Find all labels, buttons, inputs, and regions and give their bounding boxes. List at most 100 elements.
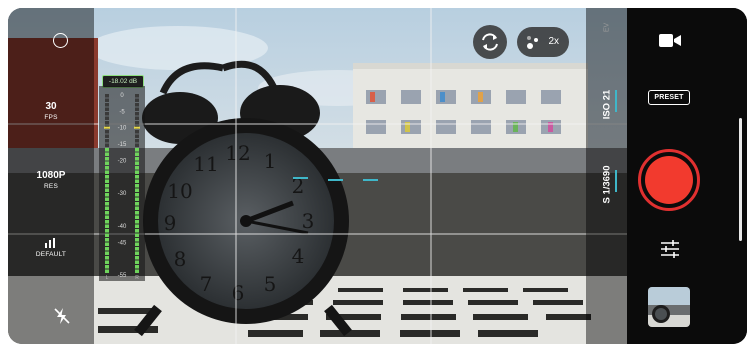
meter-segment (105, 179, 109, 183)
meter-segment (135, 98, 139, 102)
svg-text:1: 1 (264, 149, 277, 173)
resolution-value: 1080P (36, 170, 66, 181)
meter-segment (105, 211, 109, 215)
ev-label[interactable]: EV (604, 18, 611, 38)
meter-segment (135, 197, 139, 201)
focus-mode-icon[interactable] (53, 33, 68, 48)
meter-segment (105, 215, 109, 219)
meter-segment (105, 224, 109, 228)
meter-tick-label: -20 (118, 159, 127, 165)
flash-off-icon[interactable] (53, 307, 71, 325)
svg-text:9: 9 (164, 211, 177, 235)
iso-marker (615, 90, 617, 112)
shutter-marker (615, 170, 617, 192)
meter-segment (135, 202, 139, 206)
meter-segment (135, 112, 139, 116)
meter-segment (105, 152, 109, 156)
meter-segment (105, 139, 109, 143)
meter-segment (105, 121, 109, 125)
meter-segment (105, 157, 109, 161)
meter-segment (105, 94, 109, 98)
meter-segment (135, 179, 139, 183)
svg-text:11: 11 (193, 152, 218, 176)
resolution-label: RES (44, 183, 58, 190)
meter-segment (135, 260, 139, 264)
meter-segment (105, 161, 109, 165)
meter-segment (135, 224, 139, 228)
sliders-icon[interactable] (660, 240, 680, 258)
meter-segment (135, 269, 139, 273)
shutter-speed-label[interactable]: S 1/3690 (602, 150, 613, 220)
meter-segment (135, 130, 139, 134)
meter-segment (105, 130, 109, 134)
meter-segment (105, 197, 109, 201)
meter-segment (135, 193, 139, 197)
svg-text:7: 7 (200, 272, 213, 296)
meter-segment (135, 143, 139, 147)
video-camera-icon[interactable] (658, 32, 682, 49)
scroll-indicator[interactable] (739, 118, 742, 241)
meter-segment (135, 188, 139, 192)
profile-setting[interactable]: DEFAULT (8, 237, 94, 259)
switch-camera-button[interactable] (473, 25, 507, 59)
meter-segment (105, 220, 109, 224)
meter-segment (135, 148, 139, 152)
meter-segment (135, 238, 139, 242)
meter-segment (105, 206, 109, 210)
meter-segment (135, 229, 139, 233)
resolution-setting[interactable]: 1080P RES (8, 170, 94, 191)
zoom-button[interactable]: 2x (517, 27, 569, 57)
svg-text:12: 12 (225, 141, 250, 165)
meter-segment (105, 134, 109, 138)
profile-label: DEFAULT (35, 251, 67, 258)
meter-segment (105, 193, 109, 197)
meter-peak-marker (134, 126, 140, 129)
meter-segment (105, 107, 109, 111)
fps-label: FPS (44, 114, 58, 121)
meter-segment (105, 98, 109, 102)
meter-segment (135, 134, 139, 138)
meter-segment (135, 184, 139, 188)
preset-button[interactable]: PRESET (648, 90, 690, 105)
meter-segment (135, 256, 139, 260)
fps-setting[interactable]: 30 FPS (8, 101, 94, 122)
record-button[interactable] (645, 156, 693, 204)
meter-segment (105, 233, 109, 237)
meter-segment (135, 215, 139, 219)
meter-segment (105, 188, 109, 192)
camera-app: 12 1 2 3 4 5 6 7 8 9 10 11 30 FPS 1080P … (8, 8, 747, 344)
viewfinder[interactable]: 12 1 2 3 4 5 6 7 8 9 10 11 30 FPS 1080P … (8, 8, 627, 344)
svg-text:5: 5 (264, 272, 277, 296)
meter-segment (105, 242, 109, 246)
meter-segment (105, 202, 109, 206)
meter-segment (105, 112, 109, 116)
iso-label[interactable]: ISO 21 (602, 80, 613, 130)
meter-segment (105, 148, 109, 152)
svg-text:10: 10 (167, 179, 192, 203)
meter-segment (135, 107, 139, 111)
meter-segment (135, 170, 139, 174)
meter-segment (135, 157, 139, 161)
meter-segment (105, 166, 109, 170)
last-capture-thumbnail[interactable] (648, 287, 690, 327)
meter-segment (105, 251, 109, 255)
meter-segment (135, 220, 139, 224)
meter-segment (105, 256, 109, 260)
meter-channel-left-label: L (106, 275, 109, 281)
meter-segment (105, 175, 109, 179)
svg-text:8: 8 (174, 247, 187, 271)
meter-segment (135, 247, 139, 251)
switch-camera-icon (482, 33, 498, 51)
meter-tick-label: -55 (118, 273, 127, 279)
thumbnail-image (648, 287, 690, 327)
meter-segment (135, 233, 139, 237)
meter-segment (105, 229, 109, 233)
meter-tick-label: -30 (118, 191, 127, 197)
meter-tick-label: -5 (119, 109, 125, 115)
meter-segment (135, 175, 139, 179)
meter-segment (135, 161, 139, 165)
meter-segment (135, 103, 139, 107)
meter-tick-label: -15 (118, 142, 127, 148)
meter-segment (135, 116, 139, 120)
meter-segment (135, 211, 139, 215)
